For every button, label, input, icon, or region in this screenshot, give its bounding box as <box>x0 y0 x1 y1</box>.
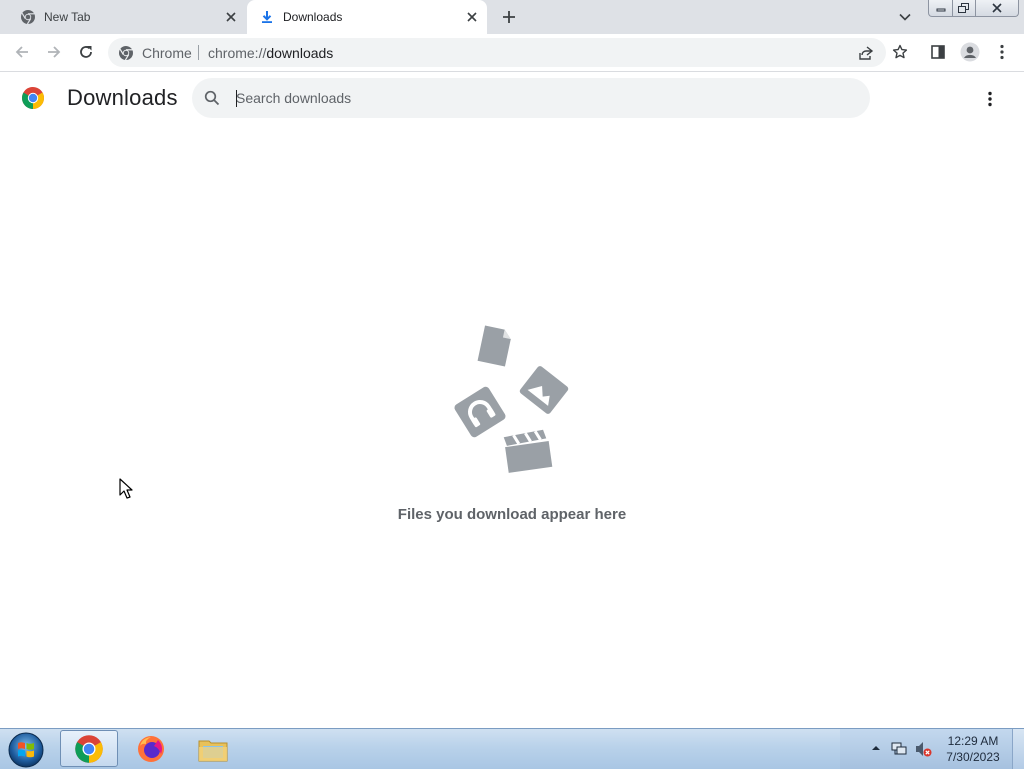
omnibox-divider <box>198 45 199 60</box>
close-tab-button[interactable] <box>222 8 240 26</box>
site-name-chip[interactable]: Chrome <box>142 45 192 61</box>
restore-button[interactable] <box>953 0 976 17</box>
more-vert-icon <box>988 91 992 107</box>
url-path: downloads <box>266 45 334 61</box>
side-panel-button[interactable] <box>924 38 952 66</box>
browser-toolbar: Chrome chrome://downloads <box>0 34 1024 72</box>
tab-search-button[interactable] <box>894 6 916 28</box>
address-bar[interactable]: Chrome chrome://downloads <box>108 38 886 67</box>
bookmark-star-button[interactable] <box>886 38 914 66</box>
download-icon <box>262 11 272 23</box>
chevron-down-icon <box>899 13 911 21</box>
downloads-header: Downloads <box>0 72 1024 126</box>
empty-downloads-illustration <box>454 325 569 473</box>
share-icon <box>859 46 874 60</box>
taskbar-clock[interactable]: 12:29 AM 7/30/2023 <box>938 733 1008 765</box>
chrome-logo-icon <box>22 87 44 109</box>
plus-icon <box>503 11 515 23</box>
volume-muted-icon[interactable] <box>914 740 932 758</box>
page-title: Downloads <box>67 85 178 110</box>
arrow-right-icon <box>48 46 61 58</box>
audio-icon <box>454 386 506 438</box>
minimize-button[interactable] <box>928 0 953 17</box>
network-icon[interactable] <box>890 740 908 758</box>
tab-title: New Tab <box>44 10 91 24</box>
chrome-icon <box>119 46 133 61</box>
tab-downloads[interactable]: Downloads <box>247 0 487 34</box>
document-icon <box>477 325 511 367</box>
chrome-logo-icon <box>75 734 103 763</box>
video-icon <box>503 429 553 473</box>
search-icon <box>204 90 220 106</box>
back-button[interactable] <box>8 38 36 66</box>
arrow-left-icon <box>15 46 28 58</box>
chrome-icon <box>21 10 35 25</box>
image-icon <box>519 366 569 414</box>
show-desktop-button[interactable] <box>1012 729 1024 769</box>
url-scheme: chrome:// <box>208 45 267 61</box>
close-icon <box>992 3 1002 13</box>
clock-time: 12:29 AM <box>947 734 999 748</box>
star-icon <box>892 44 908 59</box>
tab-title: Downloads <box>283 10 343 24</box>
browser-menu-button[interactable] <box>988 38 1016 66</box>
taskbar: 12:29 AM 7/30/2023 <box>0 728 1024 769</box>
side-panel-icon <box>931 45 945 59</box>
taskbar-firefox[interactable] <box>122 730 180 767</box>
taskbar-chrome[interactable] <box>60 730 118 767</box>
restore-icon <box>958 2 969 13</box>
clock-date: 7/30/2023 <box>946 750 1000 764</box>
mouse-cursor-icon <box>119 478 133 499</box>
profile-button[interactable] <box>956 38 984 66</box>
close-window-button[interactable] <box>976 0 1019 17</box>
url-text[interactable]: chrome://downloads <box>208 45 333 61</box>
empty-state-message: Files you download appear here <box>397 506 627 523</box>
share-button[interactable] <box>856 43 876 63</box>
new-tab-button[interactable] <box>497 5 521 29</box>
more-vert-icon <box>1000 44 1004 60</box>
window-controls <box>928 0 1019 18</box>
reload-button[interactable] <box>72 38 100 66</box>
folder-icon <box>198 740 228 761</box>
downloads-menu-button[interactable] <box>978 86 1002 112</box>
minimize-icon <box>936 8 945 12</box>
search-input[interactable] <box>236 86 836 110</box>
forward-button[interactable] <box>40 38 68 66</box>
search-downloads-box[interactable] <box>192 78 870 118</box>
show-hidden-icons-arrow-icon[interactable] <box>870 742 882 754</box>
close-icon <box>226 12 236 22</box>
start-button[interactable] <box>4 730 48 768</box>
tab-new-tab[interactable]: New Tab <box>8 0 246 34</box>
firefox-icon <box>138 735 164 762</box>
reload-icon <box>80 46 92 58</box>
tab-strip: New Tab Downloads <box>0 0 1024 34</box>
text-caret <box>236 90 237 107</box>
taskbar-file-explorer[interactable] <box>184 730 242 767</box>
avatar-icon <box>960 42 980 62</box>
system-tray: 12:29 AM 7/30/2023 <box>840 729 1024 769</box>
close-icon <box>467 12 477 22</box>
close-tab-button[interactable] <box>463 8 481 26</box>
